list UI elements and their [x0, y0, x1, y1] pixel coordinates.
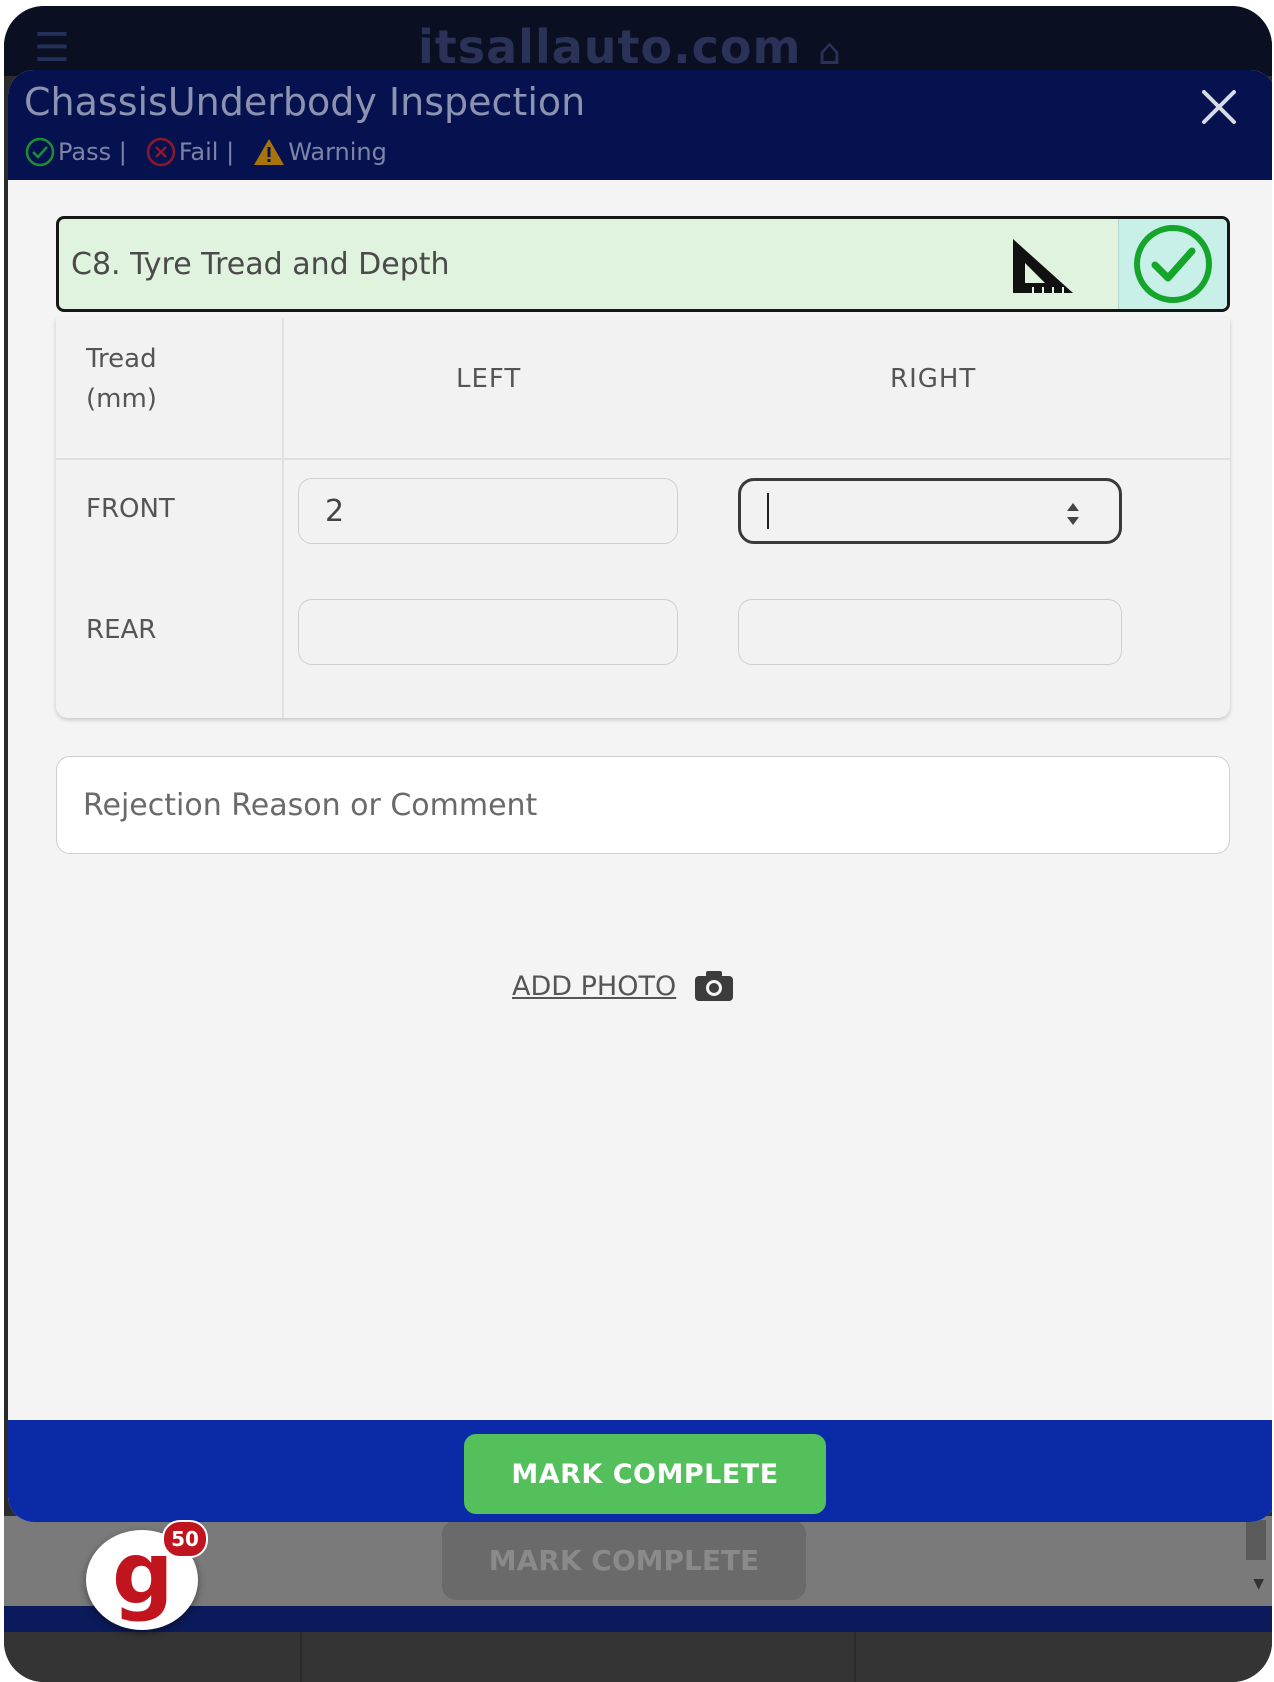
- fail-icon: [146, 137, 176, 167]
- row-label-rear: REAR: [86, 615, 157, 645]
- background-bottom-bar: [4, 1632, 1272, 1682]
- inspection-modal: ChassisUnderbody Inspection Pass | Fail …: [8, 70, 1272, 1522]
- divider: [854, 1632, 856, 1682]
- tread-unit-label: (mm): [86, 384, 157, 414]
- legend-pass: Pass |: [24, 136, 127, 168]
- divider: [56, 458, 1230, 460]
- legend-pass-label: Pass |: [58, 138, 127, 166]
- inspection-item-header[interactable]: C8. Tyre Tread and Depth: [56, 216, 1230, 312]
- rear-right-tread-input[interactable]: [738, 599, 1122, 665]
- tread-depth-table: Tread (mm) LEFT RIGHT FRONT REAR 2: [56, 318, 1230, 718]
- scroll-down-icon: ▼: [1253, 1576, 1264, 1592]
- add-photo-button[interactable]: ADD PHOTO: [512, 970, 734, 1002]
- camera-icon[interactable]: [694, 970, 734, 1002]
- legend-fail-label: Fail |: [178, 138, 235, 166]
- warning-icon: [254, 139, 285, 165]
- background-blue-strip: [4, 1606, 1272, 1632]
- row-label-front: FRONT: [86, 494, 175, 524]
- divider: [282, 318, 284, 718]
- comment-placeholder: Rejection Reason or Comment: [83, 787, 538, 823]
- rear-left-tread-input[interactable]: [298, 599, 678, 665]
- tread-label: Tread: [86, 344, 157, 374]
- status-legend: Pass | Fail | Warning: [24, 136, 405, 168]
- background-scrollbar: [1246, 1520, 1266, 1560]
- mark-complete-button[interactable]: MARK COMPLETE: [464, 1434, 826, 1514]
- text-cursor: [767, 493, 769, 529]
- number-spinner-icon[interactable]: [1065, 499, 1081, 529]
- close-icon[interactable]: [1196, 84, 1242, 130]
- modal-header: ChassisUnderbody Inspection Pass | Fail …: [8, 70, 1272, 180]
- notification-count-badge: 50: [162, 1520, 208, 1558]
- add-photo-label[interactable]: ADD PHOTO: [512, 971, 676, 1002]
- legend-fail: Fail |: [145, 136, 234, 168]
- home-icon: ⌂: [818, 32, 841, 73]
- rejection-comment-input[interactable]: Rejection Reason or Comment: [56, 756, 1230, 854]
- background-brand: itsallauto.com: [418, 20, 802, 74]
- divider: [300, 1632, 302, 1682]
- item-title: C8. Tyre Tread and Depth: [71, 247, 450, 282]
- legend-warning: Warning: [252, 137, 387, 167]
- menu-icon: ☰: [34, 25, 70, 71]
- pass-icon: [25, 137, 55, 167]
- modal-title: ChassisUnderbody Inspection: [24, 80, 586, 124]
- front-left-tread-input[interactable]: 2: [298, 478, 678, 544]
- set-square-ruler-icon[interactable]: [1009, 237, 1075, 295]
- device-frame: ☰ itsallauto.com ⌂ MARK COMPLETE ▼ Chass…: [4, 6, 1272, 1682]
- front-left-value: 2: [325, 493, 345, 529]
- check-circle-icon: [1134, 225, 1212, 303]
- column-header-right: RIGHT: [890, 364, 977, 394]
- background-mark-complete-button: MARK COMPLETE: [442, 1520, 806, 1600]
- legend-warning-label: Warning: [288, 138, 387, 166]
- column-header-left: LEFT: [456, 364, 522, 394]
- pass-status-toggle[interactable]: [1118, 219, 1227, 309]
- front-right-tread-input[interactable]: [738, 478, 1122, 544]
